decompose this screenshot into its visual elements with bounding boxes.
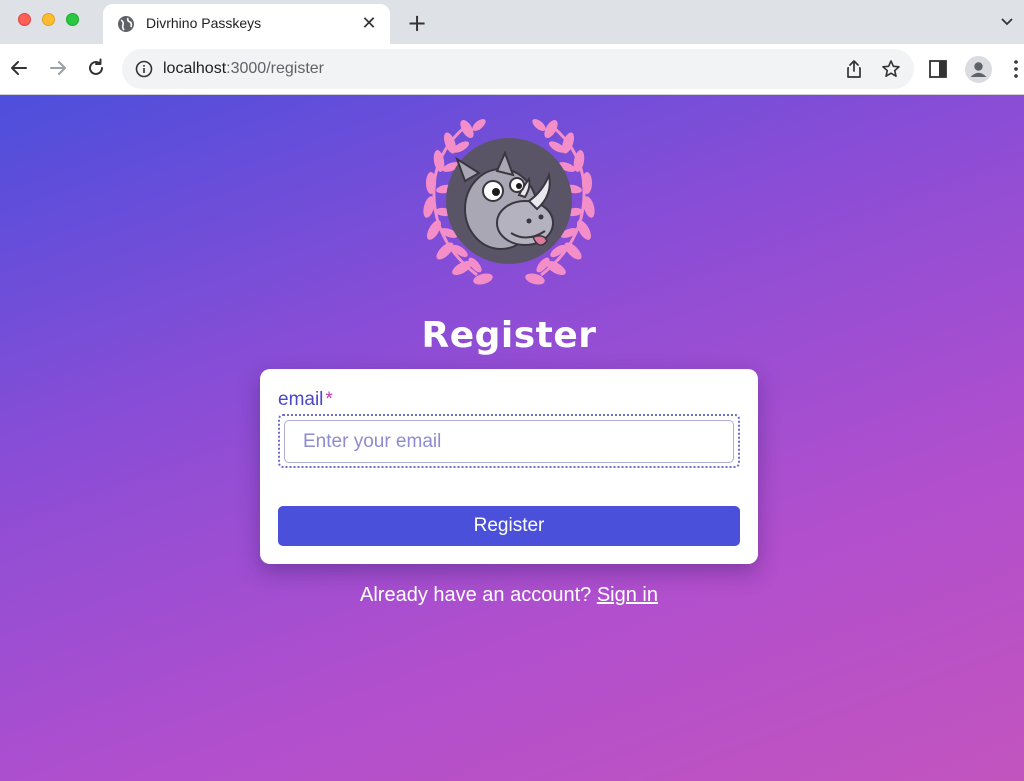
register-form-card: email* Register: [260, 369, 758, 564]
person-icon: [970, 62, 987, 77]
browser-toolbar: localhost:3000/register: [0, 44, 1024, 95]
rhino-logo: [423, 119, 595, 285]
tab-title: Divrhino Passkeys: [146, 15, 262, 31]
reload-icon[interactable]: [85, 57, 107, 79]
forward-arrow-icon[interactable]: [47, 57, 69, 79]
signin-link[interactable]: Sign in: [597, 584, 658, 606]
required-indicator: *: [325, 389, 333, 410]
close-tab-icon[interactable]: ✕: [358, 13, 380, 35]
close-window-button[interactable]: [18, 13, 31, 26]
profile-avatar-icon[interactable]: [965, 56, 992, 83]
signin-prompt-text: Already have an account?: [360, 584, 592, 606]
site-info-icon[interactable]: [135, 60, 153, 78]
browser-tab[interactable]: Divrhino Passkeys ✕: [103, 4, 390, 44]
signin-prompt: Already have an account? Sign in: [0, 584, 1018, 607]
page-title: Register: [421, 315, 597, 356]
globe-icon: [118, 16, 134, 32]
email-input[interactable]: [284, 420, 734, 463]
minimize-window-button[interactable]: [42, 13, 55, 26]
url-text: localhost:3000/register: [163, 60, 324, 78]
side-panel-icon[interactable]: [928, 59, 948, 79]
chevron-down-icon[interactable]: [1000, 15, 1014, 29]
email-label-text: email: [278, 389, 324, 410]
browser-tab-strip: Divrhino Passkeys ✕ +: [0, 0, 1024, 44]
email-field-label: email *: [278, 389, 333, 411]
url-host: localhost: [163, 60, 227, 77]
zoom-window-button[interactable]: [66, 13, 79, 26]
back-arrow-icon[interactable]: [8, 57, 30, 79]
register-button[interactable]: Register: [278, 506, 740, 546]
share-icon[interactable]: [844, 59, 864, 79]
url-path: :3000/register: [226, 60, 324, 77]
page-background: Register email* Register Already have an…: [0, 95, 1024, 781]
new-tab-button[interactable]: +: [404, 10, 430, 36]
more-menu-icon[interactable]: [1008, 59, 1024, 79]
address-bar[interactable]: localhost:3000/register: [122, 49, 914, 89]
bookmark-star-icon[interactable]: [881, 59, 901, 79]
